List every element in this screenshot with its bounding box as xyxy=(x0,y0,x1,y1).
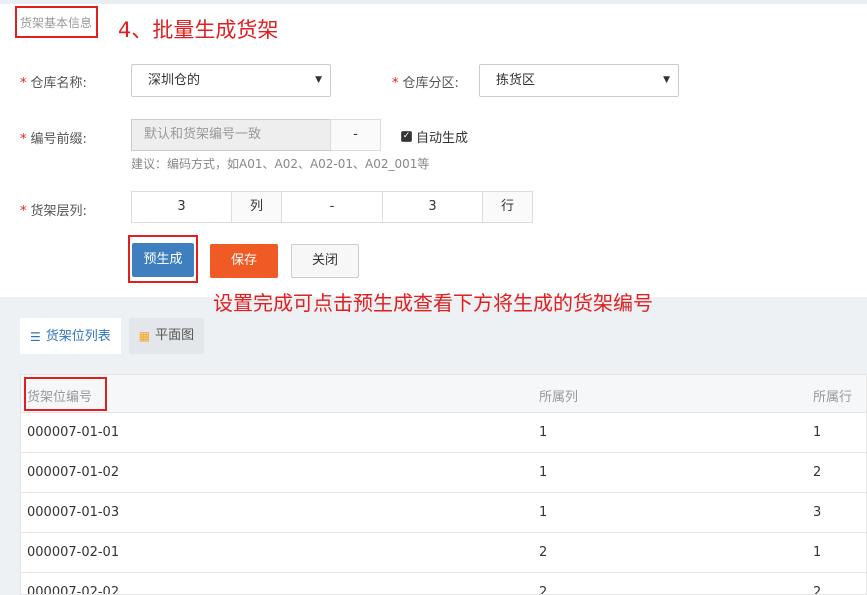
header-row: 所属行 xyxy=(813,390,853,405)
required-mark: * xyxy=(20,76,27,91)
rack-layers-label-text: 货架层列: xyxy=(30,204,87,219)
warehouse-zone-label-text: 仓库分区: xyxy=(402,76,459,91)
warehouse-name-value: 深圳仓的 xyxy=(148,73,201,88)
cell-row: 3 xyxy=(813,505,822,520)
chevron-down-icon: ▼ xyxy=(315,75,322,85)
step-annotation: 4、批量生成货架 xyxy=(118,18,279,42)
cell-rack-code: 000007-01-01 xyxy=(27,425,120,440)
table-header: 货架位编号 所属列 所属行 xyxy=(21,375,866,413)
rack-position-table: 货架位编号 所属列 所属行 000007-01-01 1 1 000007-01… xyxy=(20,374,867,595)
warehouse-name-label: * 仓库名称: xyxy=(20,72,87,91)
tab-rack-list-label: 货架位列表 xyxy=(45,329,111,344)
tab-floor-plan[interactable]: ▦ 平面图 xyxy=(128,318,205,354)
warehouse-zone-label: * 仓库分区: xyxy=(392,72,459,91)
cell-rack-code: 000007-01-02 xyxy=(27,465,120,480)
rows-input[interactable]: 3 xyxy=(382,191,483,223)
check-icon[interactable]: ✓ xyxy=(401,131,412,142)
table-row[interactable]: 000007-02-01 2 1 xyxy=(21,533,866,573)
close-button[interactable]: 关闭 xyxy=(291,244,359,278)
rack-code-header-highlight xyxy=(24,377,107,411)
cell-column: 1 xyxy=(539,505,548,520)
cell-row: 1 xyxy=(813,545,822,560)
auto-generate-checkbox[interactable]: ✓ 自动生成 xyxy=(401,127,468,146)
rack-layers-separator: - xyxy=(281,191,383,223)
cell-rack-code: 000007-02-01 xyxy=(27,545,120,560)
warehouse-zone-select[interactable]: 拣货区 ▼ xyxy=(479,64,679,97)
columns-unit: 列 xyxy=(231,191,282,223)
table-row[interactable]: 000007-01-02 1 2 xyxy=(21,453,866,493)
code-prefix-label: * 编号前缀: xyxy=(20,128,87,147)
cell-column: 1 xyxy=(539,425,548,440)
prebuild-highlight xyxy=(128,235,198,283)
section-title-highlight xyxy=(15,6,98,38)
required-mark: * xyxy=(392,76,399,91)
rows-unit: 行 xyxy=(482,191,533,223)
warehouse-name-select[interactable]: 深圳仓的 ▼ xyxy=(131,64,331,97)
tab-rack-list[interactable]: ☰ 货架位列表 xyxy=(20,318,121,354)
cell-column: 2 xyxy=(539,545,548,560)
warehouse-zone-value: 拣货区 xyxy=(496,73,536,88)
required-mark: * xyxy=(20,204,27,219)
table-row[interactable]: 000007-02-02 2 2 xyxy=(21,573,866,595)
columns-input[interactable]: 3 xyxy=(131,191,232,223)
chevron-down-icon: ▼ xyxy=(663,75,670,85)
cell-row: 2 xyxy=(813,465,822,480)
warehouse-name-label-text: 仓库名称: xyxy=(30,76,87,91)
code-prefix-label-text: 编号前缀: xyxy=(30,132,87,147)
grid-icon: ▦ xyxy=(138,329,151,343)
code-prefix-hint: 建议：编码方式，如A01、A02、A02-01、A02_001等 xyxy=(131,157,430,171)
cell-column: 2 xyxy=(539,585,548,595)
required-mark: * xyxy=(20,132,27,147)
top-border xyxy=(0,0,867,4)
code-prefix-separator: - xyxy=(330,119,381,151)
code-prefix-input[interactable]: 默认和货架编号一致 xyxy=(131,119,331,151)
view-tabs: ☰ 货架位列表 ▦ 平面图 xyxy=(20,318,205,354)
header-column: 所属列 xyxy=(539,390,579,405)
cell-row: 2 xyxy=(813,585,822,595)
table-row[interactable]: 000007-01-01 1 1 xyxy=(21,413,866,453)
table-row[interactable]: 000007-01-03 1 3 xyxy=(21,493,866,533)
auto-generate-label: 自动生成 xyxy=(416,131,469,146)
cell-rack-code: 000007-02-02 xyxy=(27,585,120,595)
prebuild-annotation: 设置完成可点击预生成查看下方将生成的货架编号 xyxy=(213,291,653,315)
cell-rack-code: 000007-01-03 xyxy=(27,505,120,520)
rack-layers-label: * 货架层列: xyxy=(20,200,87,219)
list-icon: ☰ xyxy=(30,330,41,344)
cell-row: 1 xyxy=(813,425,822,440)
save-button[interactable]: 保存 xyxy=(210,244,278,278)
cell-column: 1 xyxy=(539,465,548,480)
tab-floor-plan-label: 平面图 xyxy=(155,328,195,343)
